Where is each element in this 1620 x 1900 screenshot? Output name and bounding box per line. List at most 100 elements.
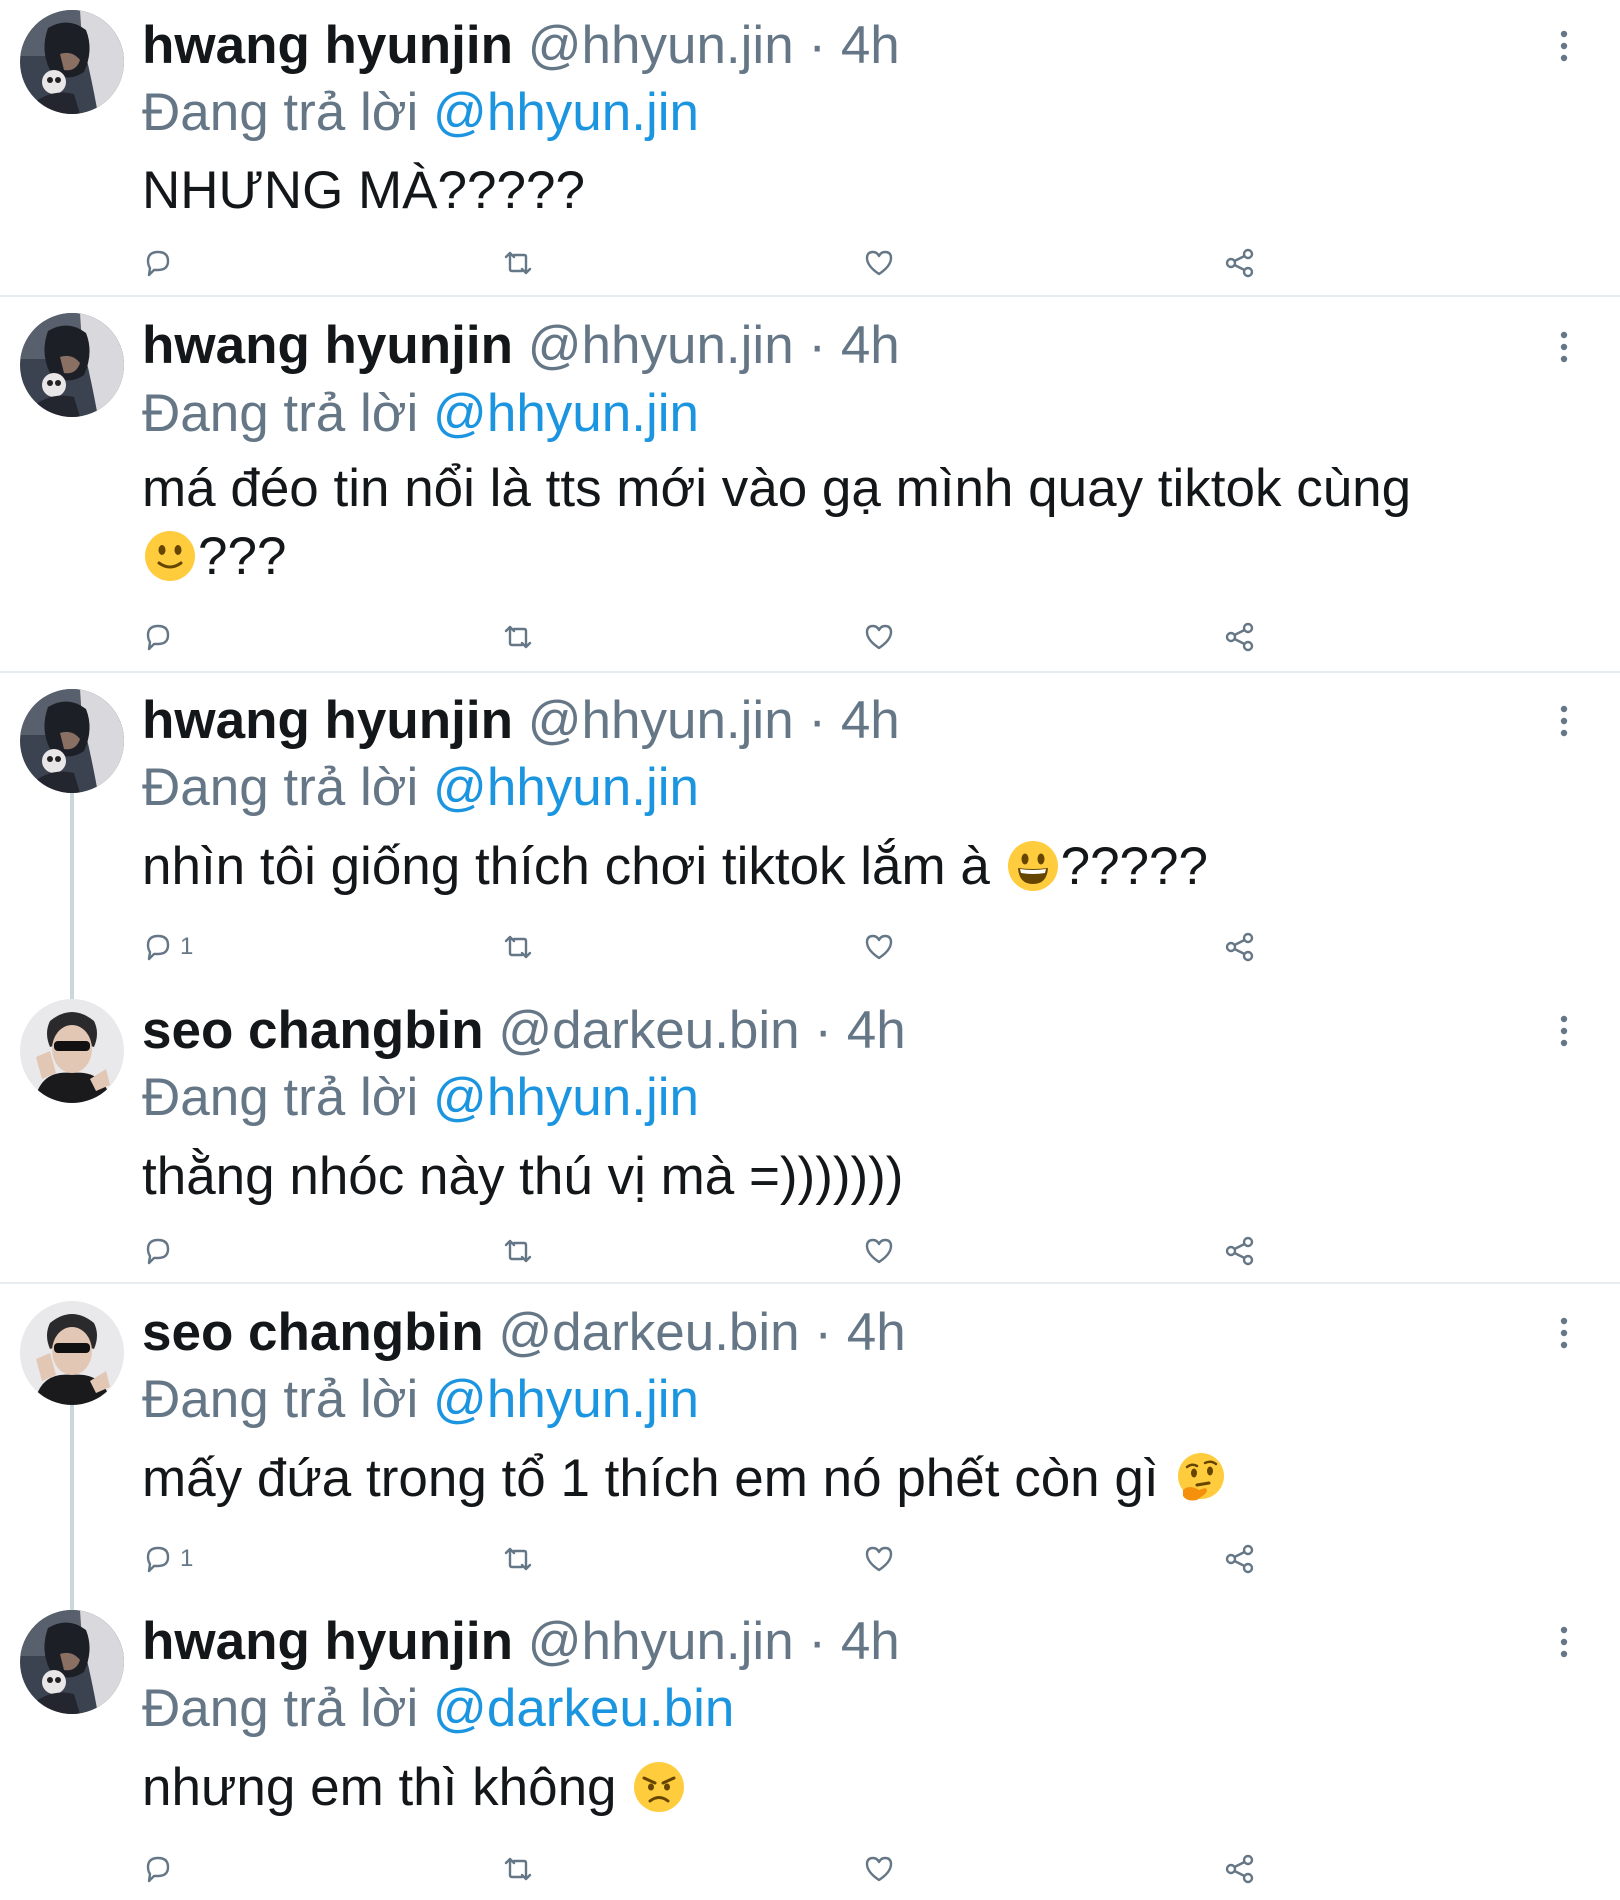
separator-dot: · <box>808 691 827 750</box>
share-button[interactable] <box>1222 1537 1258 1581</box>
reply-icon <box>140 1233 176 1269</box>
user-handle[interactable]: @hhyun.jin <box>528 16 794 75</box>
tweet[interactable]: hwang hyunjin @hhyun.jin · 4h Đang trả l… <box>0 673 1620 983</box>
tweet-header: hwang hyunjin @hhyun.jin · 4h <box>142 1611 900 1673</box>
tweet-text: nhưng em thì không <box>142 1754 1592 1822</box>
reply-icon <box>140 1851 176 1887</box>
heart-icon <box>861 929 897 965</box>
reply-button[interactable] <box>140 1847 180 1891</box>
retweet-button[interactable] <box>500 1537 536 1581</box>
avatar[interactable] <box>20 10 124 114</box>
reply-to-handle[interactable]: @darkeu.bin <box>433 1679 734 1738</box>
avatar[interactable] <box>20 313 124 417</box>
heart-icon <box>861 619 897 655</box>
heart-icon <box>861 245 897 281</box>
reply-to-handle[interactable]: @hhyun.jin <box>433 758 699 817</box>
avatar[interactable] <box>20 999 124 1103</box>
share-button[interactable] <box>1222 615 1258 659</box>
tweet-text: má đéo tin nổi là tts mới vào gạ mình qu… <box>142 455 1592 591</box>
retweet-button[interactable] <box>500 925 536 969</box>
more-options-icon[interactable] <box>1552 1011 1576 1051</box>
user-handle[interactable]: @hhyun.jin <box>528 1612 794 1671</box>
more-options-icon[interactable] <box>1552 327 1576 367</box>
reply-button[interactable]: 1 <box>140 1537 193 1581</box>
user-handle[interactable]: @darkeu.bin <box>498 1001 799 1060</box>
like-button[interactable] <box>861 1847 897 1891</box>
reply-context: Đang trả lời @hhyun.jin <box>142 1369 699 1431</box>
tweet[interactable]: seo changbin @darkeu.bin · 4h Đang trả l… <box>0 983 1620 1283</box>
tweet-text: nhìn tôi giống thích chơi tiktok lắm à ?… <box>142 833 1592 901</box>
retweet-icon <box>500 1851 536 1887</box>
separator-dot: · <box>808 1612 827 1671</box>
heart-icon <box>861 1541 897 1577</box>
like-button[interactable] <box>861 1537 897 1581</box>
reply-button[interactable]: 1 <box>140 925 193 969</box>
tweet-actions <box>0 1229 1620 1273</box>
reply-to-handle[interactable]: @hhyun.jin <box>433 1370 699 1429</box>
reply-to-handle[interactable]: @hhyun.jin <box>433 1068 699 1127</box>
display-name[interactable]: seo changbin <box>142 1001 484 1060</box>
tweet[interactable]: hwang hyunjin @hhyun.jin · 4h Đang trả l… <box>0 297 1620 673</box>
timestamp[interactable]: 4h <box>847 1303 906 1362</box>
retweet-icon <box>500 1541 536 1577</box>
like-button[interactable] <box>861 1229 897 1273</box>
reply-to-handle[interactable]: @hhyun.jin <box>433 384 699 443</box>
display-name[interactable]: hwang hyunjin <box>142 691 513 750</box>
reply-prefix: Đang trả lời <box>142 83 419 142</box>
retweet-button[interactable] <box>500 1229 536 1273</box>
more-options-icon[interactable] <box>1552 1622 1576 1662</box>
reply-prefix: Đang trả lời <box>142 1068 419 1127</box>
display-name[interactable]: hwang hyunjin <box>142 316 513 375</box>
more-options-icon[interactable] <box>1552 701 1576 741</box>
timestamp[interactable]: 4h <box>841 16 900 75</box>
timestamp[interactable]: 4h <box>841 1612 900 1671</box>
more-options-icon[interactable] <box>1552 26 1576 66</box>
avatar[interactable] <box>20 689 124 793</box>
like-button[interactable] <box>861 615 897 659</box>
grinning-face-emoji <box>1007 840 1059 892</box>
user-handle[interactable]: @hhyun.jin <box>528 316 794 375</box>
reply-prefix: Đang trả lời <box>142 1370 419 1429</box>
more-options-icon[interactable] <box>1552 1313 1576 1353</box>
tweet-text: mấy đứa trong tổ 1 thích em nó phết còn … <box>142 1445 1592 1513</box>
retweet-button[interactable] <box>500 241 536 285</box>
tweet-actions: 1 <box>0 1537 1620 1581</box>
reply-prefix: Đang trả lời <box>142 1679 419 1738</box>
reply-button[interactable] <box>140 241 180 285</box>
user-handle[interactable]: @darkeu.bin <box>498 1303 799 1362</box>
share-button[interactable] <box>1222 925 1258 969</box>
user-handle[interactable]: @hhyun.jin <box>528 691 794 750</box>
reply-to-handle[interactable]: @hhyun.jin <box>433 83 699 142</box>
share-button[interactable] <box>1222 1229 1258 1273</box>
timestamp[interactable]: 4h <box>841 316 900 375</box>
slightly-smiling-face-emoji <box>144 530 196 582</box>
tweet-text-part: ????? <box>1060 837 1208 896</box>
like-button[interactable] <box>861 925 897 969</box>
avatar[interactable] <box>20 1301 124 1405</box>
reply-button[interactable] <box>140 615 180 659</box>
timestamp[interactable]: 4h <box>841 691 900 750</box>
tweet[interactable]: hwang hyunjin @hhyun.jin · 4h Đang trả l… <box>0 0 1620 296</box>
retweet-button[interactable] <box>500 1847 536 1891</box>
display-name[interactable]: hwang hyunjin <box>142 16 513 75</box>
reply-context: Đang trả lời @hhyun.jin <box>142 757 699 819</box>
share-icon <box>1222 1233 1258 1269</box>
retweet-button[interactable] <box>500 615 536 659</box>
tweet-header: seo changbin @darkeu.bin · 4h <box>142 1000 906 1062</box>
angry-face-emoji <box>633 1761 685 1813</box>
reply-button[interactable] <box>140 1229 180 1273</box>
timestamp[interactable]: 4h <box>847 1001 906 1060</box>
tweet[interactable]: seo changbin @darkeu.bin · 4h Đang trả l… <box>0 1284 1620 1594</box>
separator-dot: · <box>808 316 827 375</box>
share-button[interactable] <box>1222 1847 1258 1891</box>
display-name[interactable]: hwang hyunjin <box>142 1612 513 1671</box>
display-name[interactable]: seo changbin <box>142 1303 484 1362</box>
reply-context: Đang trả lời @hhyun.jin <box>142 1067 699 1129</box>
avatar[interactable] <box>20 1610 124 1714</box>
like-button[interactable] <box>861 241 897 285</box>
reply-icon <box>140 1541 176 1577</box>
reply-context: Đang trả lời @darkeu.bin <box>142 1678 734 1740</box>
separator-dot: · <box>808 16 827 75</box>
share-button[interactable] <box>1222 241 1258 285</box>
tweet[interactable]: hwang hyunjin @hhyun.jin · 4h Đang trả l… <box>0 1594 1620 1900</box>
